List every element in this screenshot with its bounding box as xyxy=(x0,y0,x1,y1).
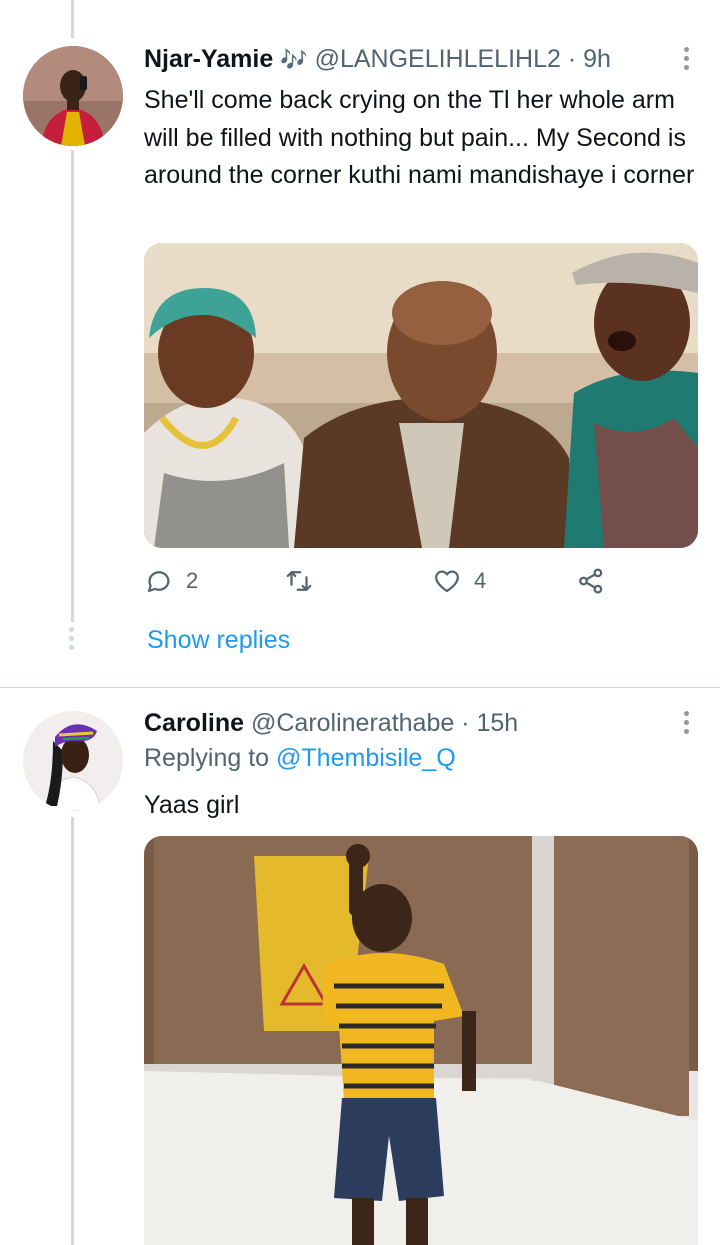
photo-three-elderly-people-icon xyxy=(144,243,698,548)
more-options-icon[interactable] xyxy=(684,47,690,74)
music-notes-emoji: 🎶 xyxy=(280,47,308,72)
dot-separator: · xyxy=(567,45,577,73)
reply-icon xyxy=(147,571,170,593)
show-replies-link[interactable]: Show replies xyxy=(147,626,290,655)
tweet-media-image[interactable] xyxy=(144,836,698,1245)
retweet-icon xyxy=(286,571,312,591)
tweet-header: Caroline @Carolinerathabe · 15h xyxy=(144,709,518,738)
tweet-text: She'll come back crying on the Tl her wh… xyxy=(144,86,695,189)
share-button[interactable] xyxy=(576,566,606,596)
profile-photo-man-icon xyxy=(23,46,123,146)
display-name[interactable]: Njar-Yamie xyxy=(144,45,273,73)
tweet-timestamp[interactable]: 15h xyxy=(477,709,519,737)
replying-to-prefix: Replying to xyxy=(144,744,270,772)
thread-line-tweet-2 xyxy=(71,817,74,1245)
heart-icon xyxy=(435,570,459,593)
dot-separator: · xyxy=(461,709,470,737)
more-replies-dots-icon xyxy=(68,627,76,654)
display-name[interactable]: Caroline xyxy=(144,709,244,737)
replying-to: Replying to @Thembisile_Q xyxy=(144,744,456,773)
share-icon xyxy=(579,568,603,594)
tweet-text: Yaas girl xyxy=(144,791,240,819)
tweet-timestamp[interactable]: 9h xyxy=(583,45,611,73)
like-button[interactable]: 4 xyxy=(432,566,486,596)
retweet-button[interactable] xyxy=(284,566,326,596)
profile-photo-woman-icon xyxy=(23,711,123,811)
photo-child-thumbs-up-icon xyxy=(144,836,698,1245)
more-options-icon[interactable] xyxy=(684,711,690,738)
tweet-header: Njar-Yamie 🎶 @LANGELIHLELIHL2 · 9h xyxy=(144,45,611,74)
reply-button[interactable]: 2 xyxy=(144,566,198,596)
reply-count: 2 xyxy=(186,568,199,593)
like-count: 4 xyxy=(474,568,487,593)
avatar[interactable] xyxy=(23,46,123,146)
thread-line-top xyxy=(71,0,74,38)
tweet-divider xyxy=(0,687,720,688)
thread-line-tweet-1 xyxy=(71,150,74,622)
replying-to-mention[interactable]: @Thembisile_Q xyxy=(276,744,456,772)
tweet-action-bar: 2 4 xyxy=(144,566,684,606)
user-handle[interactable]: @LANGELIHLELIHL2 xyxy=(315,45,561,73)
avatar[interactable] xyxy=(23,711,123,811)
tweet-media-image[interactable] xyxy=(144,243,698,548)
user-handle[interactable]: @Carolinerathabe xyxy=(251,709,454,737)
